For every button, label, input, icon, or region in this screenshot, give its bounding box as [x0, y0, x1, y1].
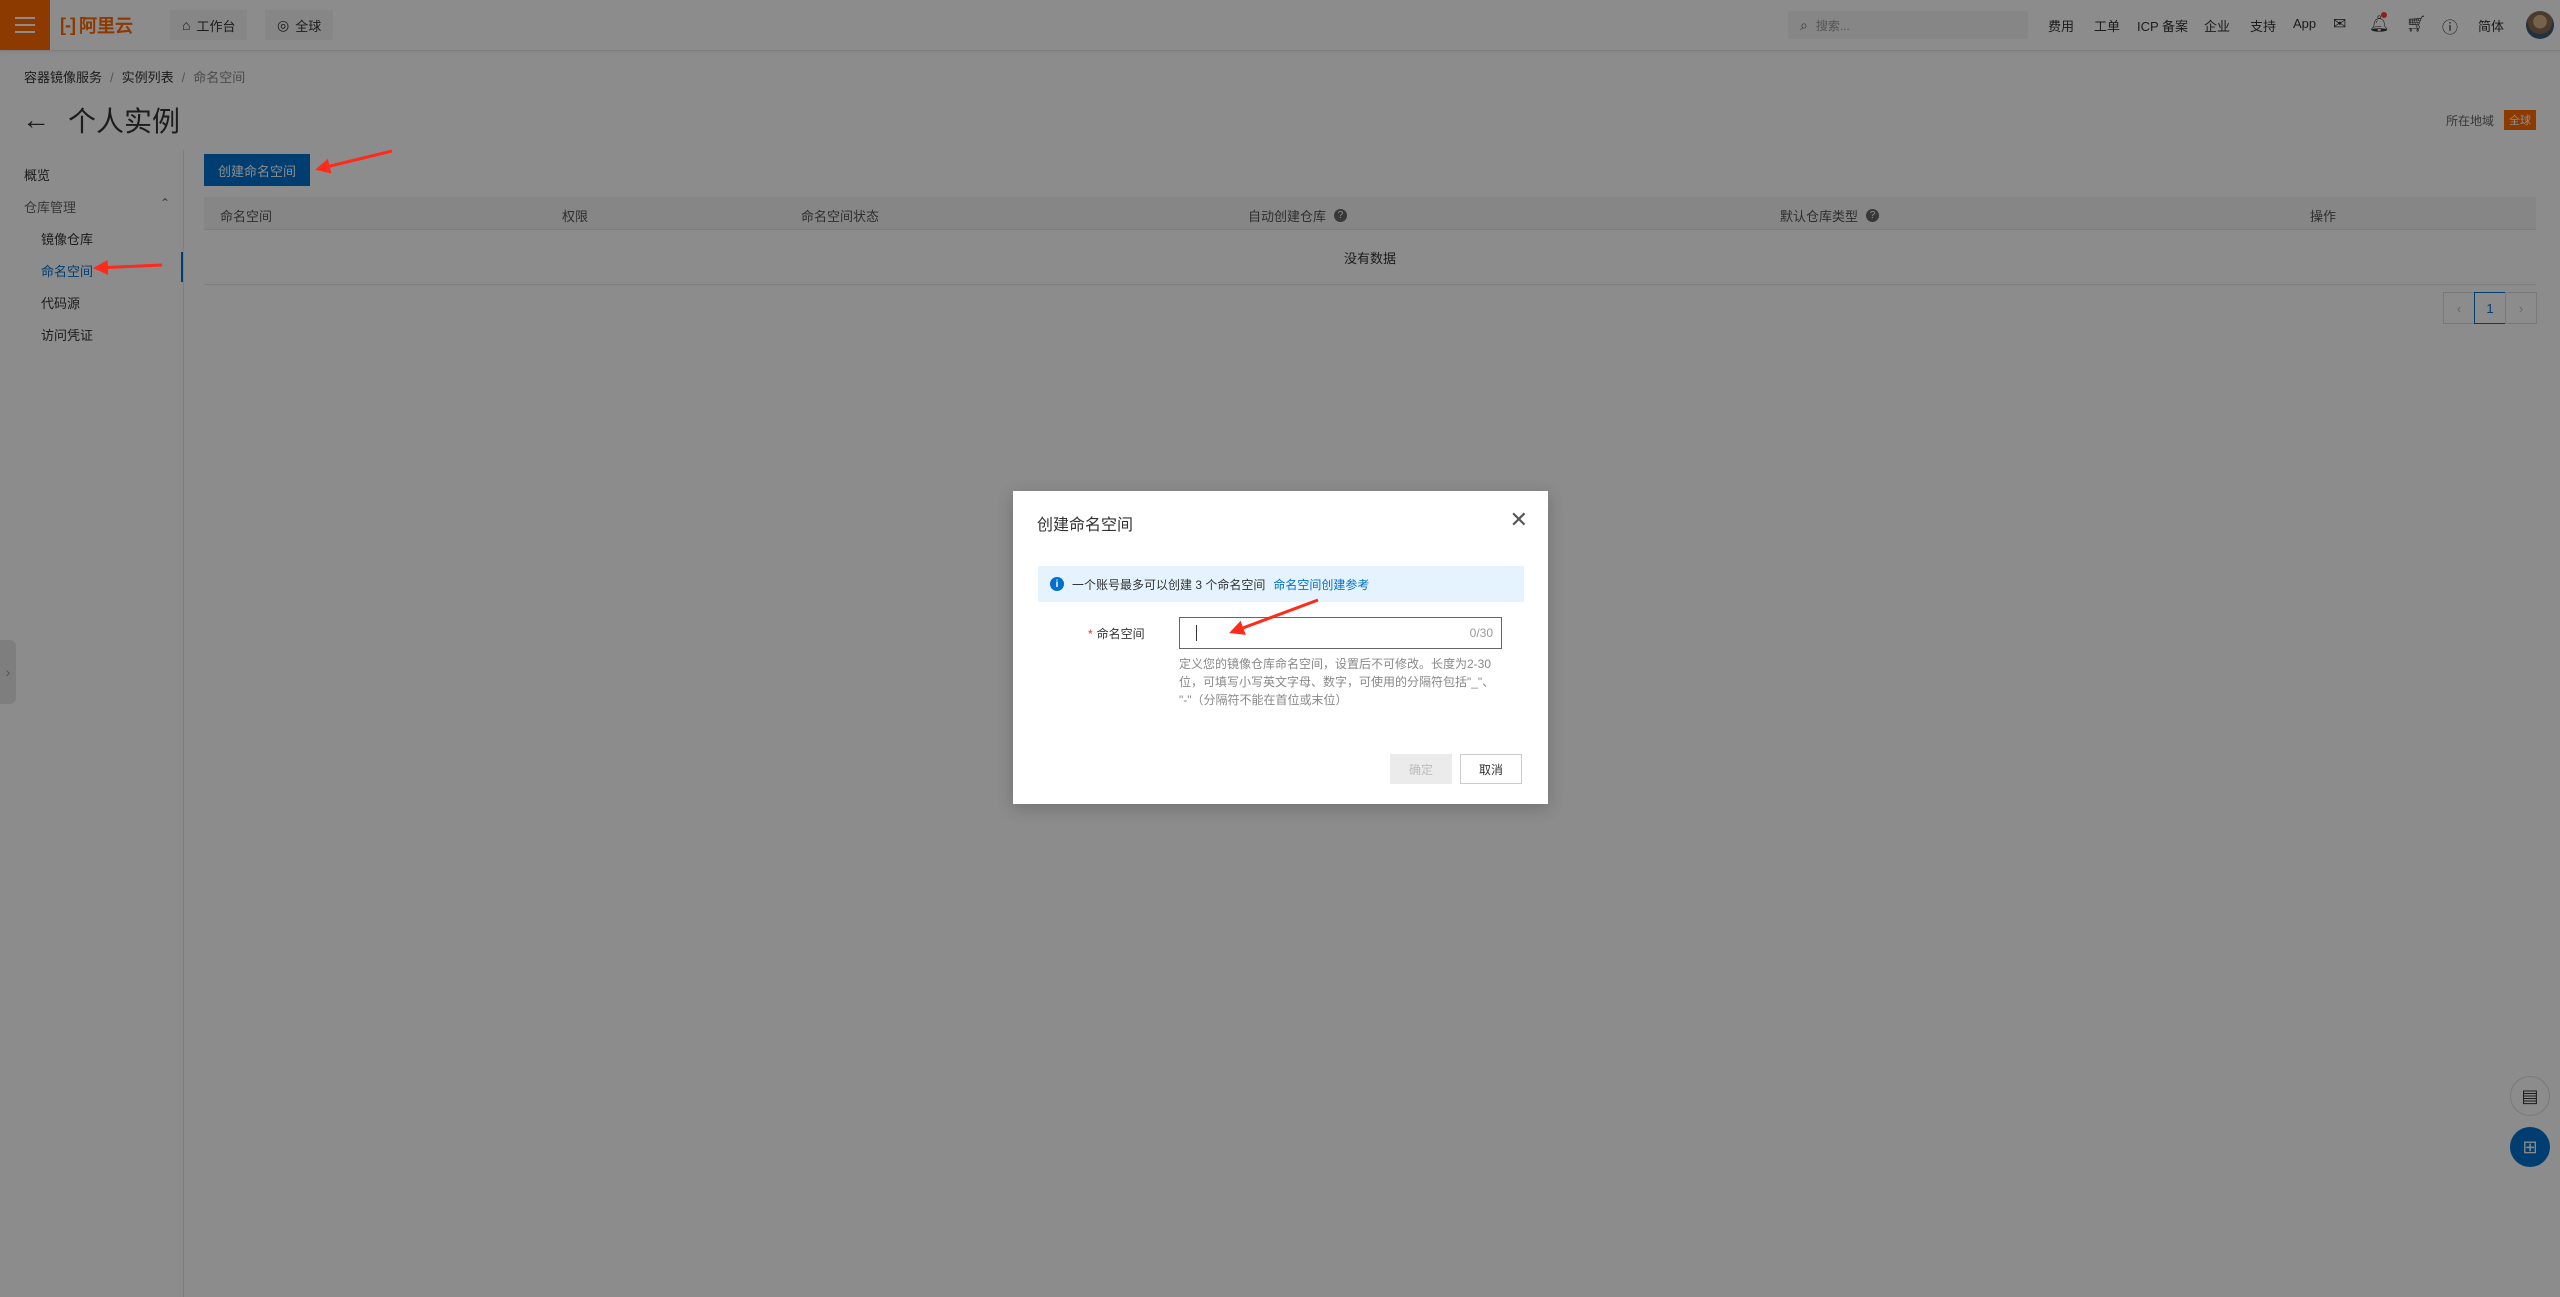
notice-text: 一个账号最多可以创建 3 个命名空间 — [1072, 577, 1266, 592]
namespace-guide-link[interactable]: 命名空间创建参考 — [1273, 576, 1369, 593]
help-line-2: 位，可填写小写英文字母、数字，可使用的分隔符包括"_"、 — [1179, 675, 1495, 689]
help-line-3: "-"（分隔符不能在首位或末位） — [1179, 693, 1348, 707]
field-label-text: 命名空间 — [1096, 627, 1145, 641]
close-icon[interactable]: ✕ — [1510, 507, 1528, 533]
text-caret — [1196, 625, 1197, 641]
confirm-button[interactable]: 确定 — [1390, 754, 1452, 784]
char-counter: 0/30 — [1469, 626, 1493, 640]
namespace-input-wrapper: 0/30 — [1179, 617, 1502, 649]
create-namespace-dialog: 创建命名空间 ✕ i 一个账号最多可以创建 3 个命名空间 命名空间创建参考 *… — [1013, 491, 1548, 804]
namespace-field-label: * 命名空间 — [1088, 627, 1145, 641]
namespace-help-text: 定义您的镜像仓库命名空间，设置后不可修改。长度为2-30 位，可填写小写英文字母… — [1179, 655, 1499, 709]
namespace-input[interactable] — [1180, 618, 1456, 648]
info-icon: i — [1050, 577, 1064, 591]
help-line-1: 定义您的镜像仓库命名空间，设置后不可修改。长度为2-30 — [1179, 657, 1492, 671]
dialog-title: 创建命名空间 — [1037, 517, 1134, 534]
info-notice: i 一个账号最多可以创建 3 个命名空间 命名空间创建参考 — [1038, 566, 1524, 602]
cancel-button[interactable]: 取消 — [1460, 754, 1522, 784]
